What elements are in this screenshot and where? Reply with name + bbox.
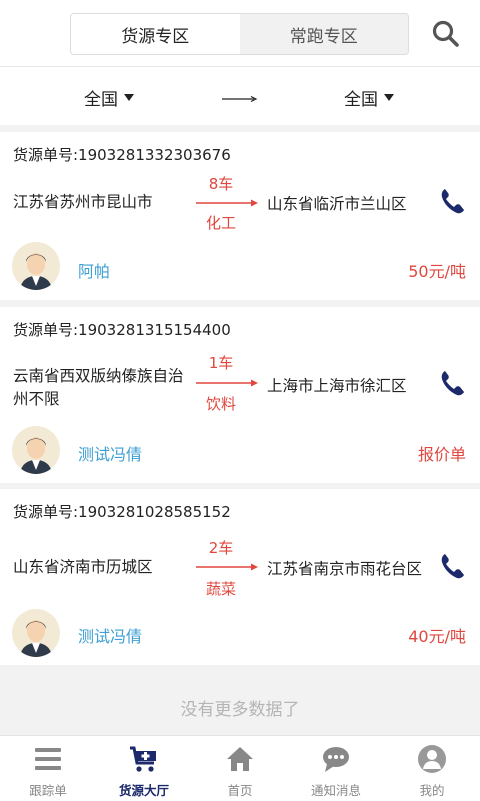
price: 40元/吨 bbox=[408, 627, 466, 646]
cart-plus-icon bbox=[130, 746, 156, 772]
tab-tracking[interactable]: 跟踪单 bbox=[0, 736, 96, 801]
price[interactable]: 报价单 bbox=[418, 441, 466, 465]
no-more-data-text: 没有更多数据了 bbox=[180, 700, 300, 720]
origin-address: 云南省西双版纳傣族自治州不限 bbox=[13, 367, 184, 408]
origin-address: 江苏省苏州市昆山市 bbox=[13, 193, 153, 211]
cargo-card[interactable]: 货源单号:1903281028585152 山东省济南市历城区 2车 蔬菜 江苏… bbox=[0, 489, 480, 665]
shipper-name[interactable]: 阿帕 bbox=[78, 258, 110, 282]
avatar bbox=[12, 609, 60, 657]
truck-count: 1车 bbox=[208, 354, 234, 372]
destination-dropdown-label: 全国 bbox=[344, 90, 378, 110]
cargo-number: 货源单号:1903281028585152 bbox=[13, 503, 231, 521]
tab-label: 跟踪单 bbox=[29, 783, 67, 798]
zone-switcher: 货源专区 常跑专区 bbox=[70, 13, 409, 55]
route-arrow-icon bbox=[196, 379, 258, 387]
destination-address: 上海市上海市徐汇区 bbox=[267, 377, 407, 395]
origin-address: 山东省济南市历城区 bbox=[13, 558, 153, 576]
menu-icon bbox=[35, 748, 61, 770]
phone-icon[interactable] bbox=[440, 552, 466, 580]
top-bar: 货源专区 常跑专区 bbox=[0, 0, 480, 67]
route-filter: 全国 全国 bbox=[0, 67, 480, 125]
price: 50元/吨 bbox=[408, 262, 466, 281]
cargo-card[interactable]: 货源单号:1903281332303676 江苏省苏州市昆山市 8车 化工 山东… bbox=[0, 132, 480, 300]
shipper-name[interactable]: 测试冯倩 bbox=[78, 623, 142, 647]
search-icon[interactable] bbox=[430, 18, 462, 50]
cargo-card[interactable]: 货源单号:1903281315154400 云南省西双版纳傣族自治州不限 1车 … bbox=[0, 307, 480, 483]
route-arrow-icon bbox=[196, 563, 258, 571]
tab-cargo-hall[interactable]: 货源大厅 bbox=[96, 736, 192, 801]
tab-mine[interactable]: 我的 bbox=[384, 736, 480, 801]
origin-dropdown[interactable]: 全国 bbox=[84, 85, 134, 110]
destination-address: 山东省临沂市兰山区 bbox=[267, 195, 407, 213]
goods-type: 化工 bbox=[205, 214, 236, 232]
avatar bbox=[12, 426, 60, 474]
tab-regular-zone[interactable]: 常跑专区 bbox=[240, 14, 409, 54]
destination-dropdown[interactable]: 全国 bbox=[344, 85, 394, 110]
cargo-number: 货源单号:1903281332303676 bbox=[13, 146, 231, 164]
bottom-tab-bar: 跟踪单 货源大厅 首页 通知消息 我的 bbox=[0, 735, 480, 801]
phone-icon[interactable] bbox=[440, 369, 466, 397]
truck-count: 2车 bbox=[208, 539, 234, 557]
tab-label: 货源大厅 bbox=[118, 783, 169, 798]
caret-down-icon bbox=[384, 94, 394, 101]
origin-dropdown-label: 全国 bbox=[84, 90, 118, 110]
home-icon bbox=[227, 747, 253, 771]
chat-icon bbox=[323, 747, 349, 772]
tab-cargo-zone[interactable]: 货源专区 bbox=[71, 14, 240, 54]
destination-address: 江苏省南京市雨花台区 bbox=[267, 560, 423, 578]
caret-down-icon bbox=[124, 94, 134, 101]
user-icon bbox=[418, 745, 446, 773]
tab-home[interactable]: 首页 bbox=[192, 736, 288, 801]
tab-label: 通知消息 bbox=[310, 783, 361, 798]
route-arrow-icon bbox=[196, 199, 258, 207]
tab-notifications[interactable]: 通知消息 bbox=[288, 736, 384, 801]
shipper-name[interactable]: 测试冯倩 bbox=[78, 441, 142, 465]
avatar bbox=[12, 242, 60, 290]
route-arrow-icon bbox=[222, 95, 258, 103]
tab-label: 首页 bbox=[227, 783, 253, 798]
truck-count: 8车 bbox=[208, 175, 234, 193]
goods-type: 饮料 bbox=[205, 395, 236, 413]
tab-label: 我的 bbox=[419, 783, 445, 798]
phone-icon[interactable] bbox=[440, 187, 466, 215]
goods-type: 蔬菜 bbox=[205, 580, 236, 598]
cargo-number: 货源单号:1903281315154400 bbox=[13, 321, 231, 339]
